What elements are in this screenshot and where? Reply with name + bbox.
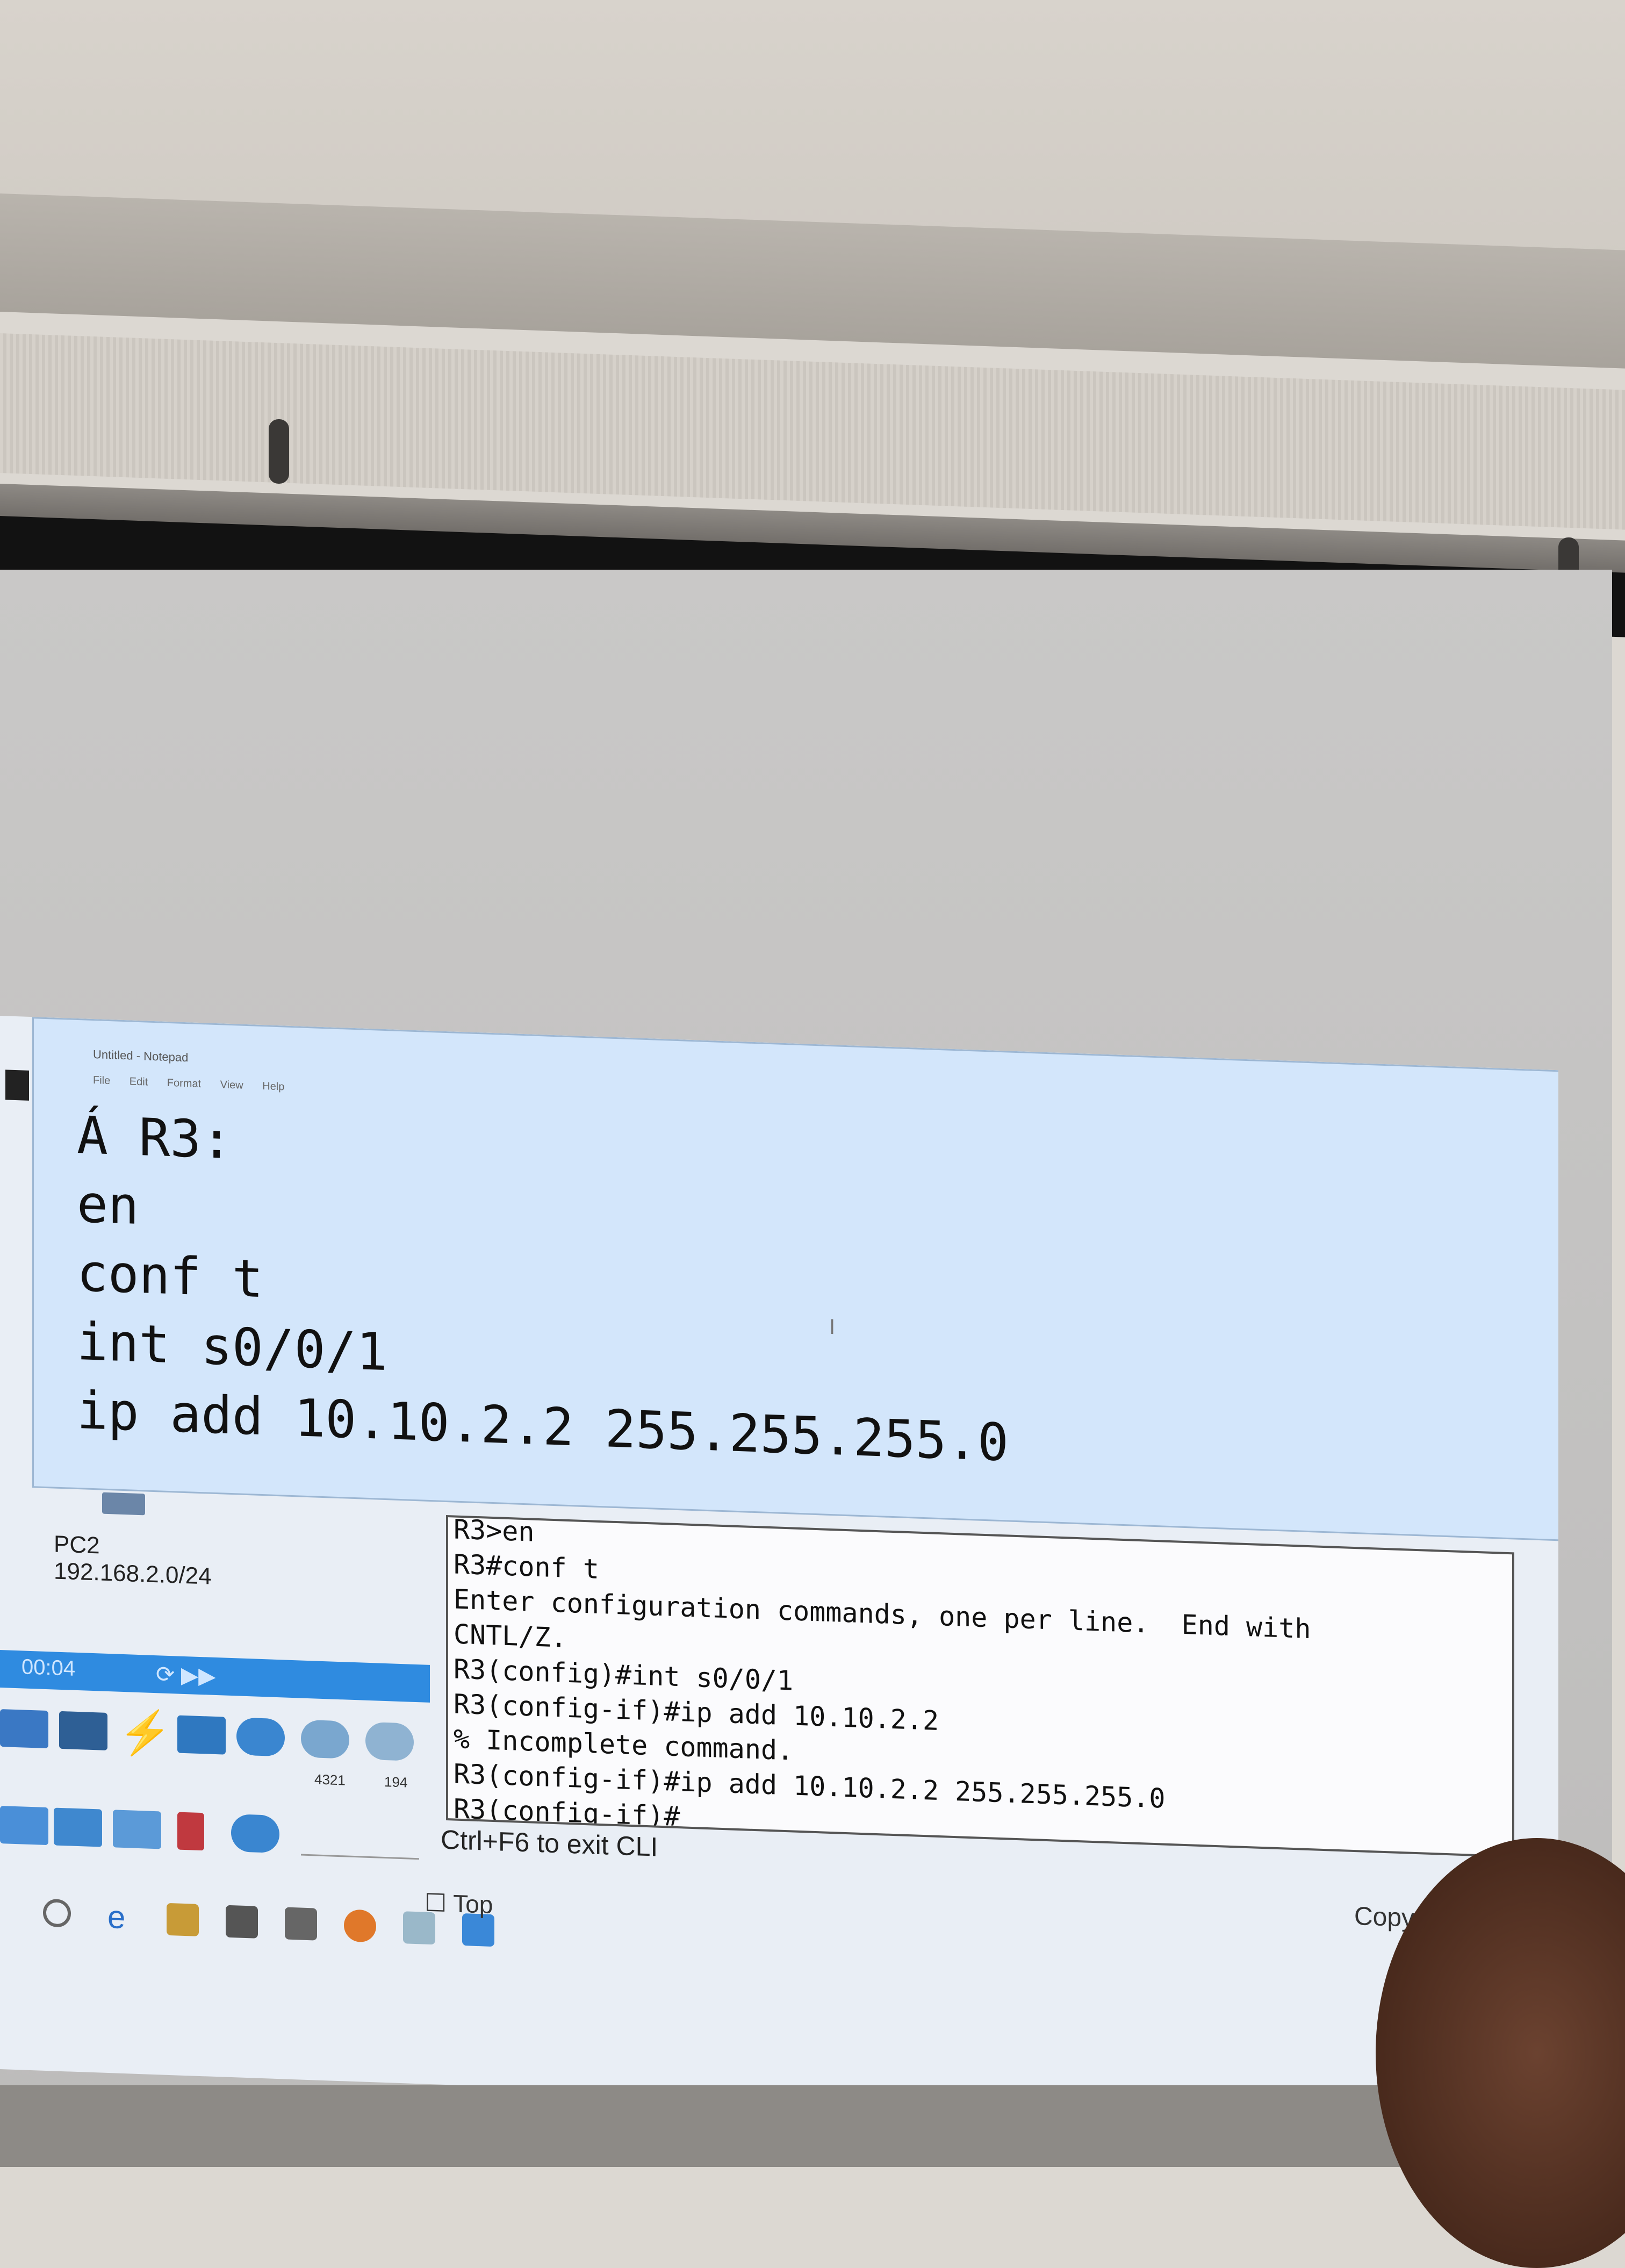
notepad-window[interactable]: Untitled - Notepad File Edit Format View… — [32, 1017, 1558, 1541]
store-icon[interactable] — [226, 1905, 258, 1939]
network-devices-icon[interactable] — [0, 1709, 48, 1749]
hub-icon[interactable] — [54, 1807, 102, 1847]
end-devices-icon[interactable] — [59, 1711, 107, 1750]
hook-left — [269, 419, 289, 484]
file-explorer-icon[interactable] — [167, 1903, 199, 1936]
wireless-icon[interactable] — [113, 1810, 161, 1849]
switch-icon[interactable] — [0, 1806, 48, 1846]
palette-search[interactable] — [301, 1832, 419, 1860]
cli-output: R3>en R3#conf t Enter configuration comm… — [454, 1515, 1311, 1856]
security-icon[interactable] — [177, 1812, 204, 1851]
fast-forward-icon[interactable]: ⟳ ▶▶ — [156, 1661, 215, 1689]
sim-time: 00:04 — [21, 1655, 76, 1681]
top-checkbox-label: Top — [453, 1889, 493, 1919]
subnet-label: 192.168.2.0/24 — [54, 1558, 212, 1590]
wan-emulation-icon[interactable] — [231, 1814, 279, 1854]
device-label: 4321 — [314, 1771, 346, 1789]
components-icon[interactable] — [177, 1715, 226, 1755]
top-checkbox[interactable]: ☐ Top — [425, 1888, 493, 1919]
edge-icon[interactable]: e — [107, 1899, 140, 1935]
device-palette: ⚡ 4321 194 — [0, 1708, 430, 1805]
cortana-icon[interactable] — [43, 1898, 71, 1928]
notepad-title: Untitled - Notepad — [93, 1047, 189, 1065]
mouse-cursor-icon: I — [829, 1315, 836, 1339]
cli-exit-hint: Ctrl+F6 to exit CLI — [441, 1824, 658, 1862]
mail-icon[interactable] — [285, 1907, 317, 1941]
pc-subnet-label: PC2 192.168.2.0/24 — [54, 1531, 212, 1590]
projected-desktop: Untitled - Notepad File Edit Format View… — [0, 1016, 1558, 2124]
router-1941-icon[interactable] — [365, 1721, 414, 1761]
router-4321-icon[interactable] — [301, 1719, 349, 1759]
simulation-time-bar: 00:04 ⟳ ▶▶ — [0, 1650, 430, 1703]
pc-icon[interactable] — [102, 1492, 145, 1516]
router-cli-terminal[interactable]: R3>en R3#conf t Enter configuration comm… — [446, 1515, 1514, 1858]
cloud-icon[interactable] — [236, 1717, 285, 1757]
new-file-icon[interactable] — [5, 1070, 29, 1101]
notepad-menu[interactable]: File Edit Format View Help — [93, 1074, 284, 1093]
notepad-text-area[interactable]: Á R3: en conf t int s0/0/1 ip add 10.10.… — [77, 1101, 1009, 1477]
firefox-icon[interactable] — [344, 1909, 376, 1943]
device-label: 194 — [384, 1773, 408, 1791]
connections-icon[interactable]: ⚡ — [118, 1708, 172, 1757]
